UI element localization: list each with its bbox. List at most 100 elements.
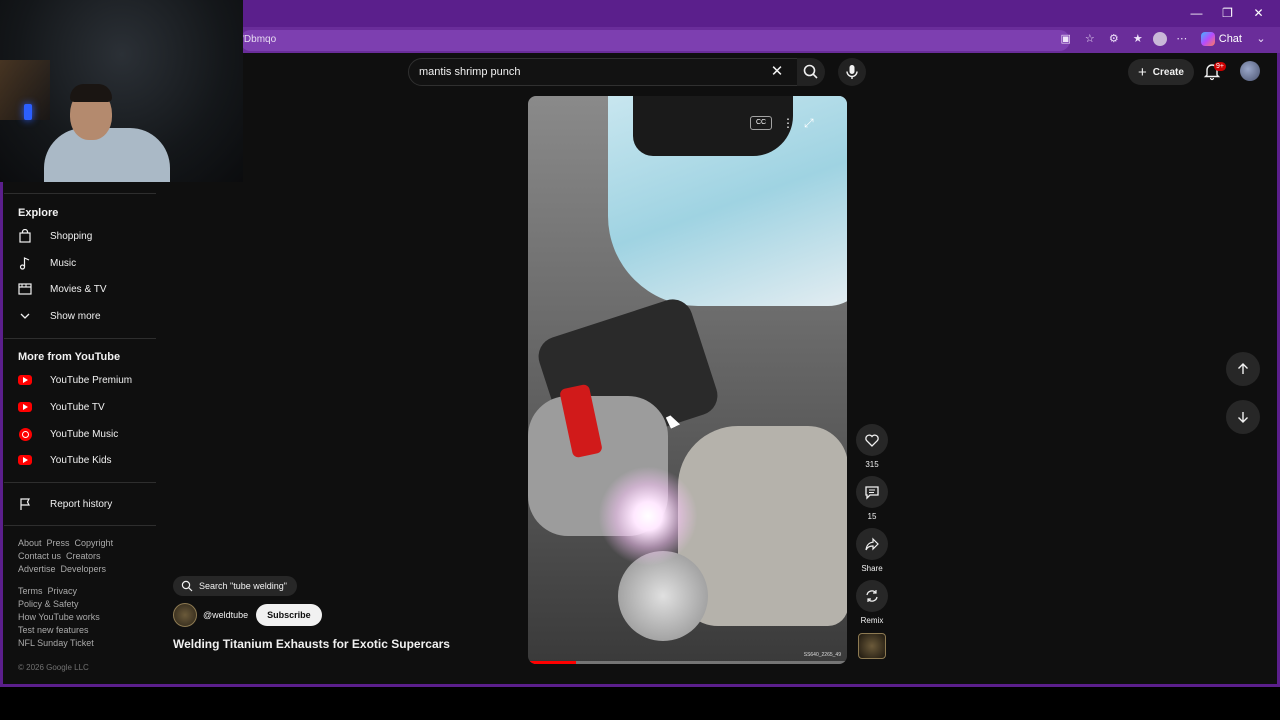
sidebar-divider (4, 525, 156, 526)
sidebar-item-youtube-kids[interactable]: YouTube Kids (18, 450, 112, 470)
sidebar-divider (4, 193, 156, 194)
favorites-icon[interactable]: ★ (1129, 30, 1147, 48)
sidebar-item-movies-tv[interactable]: Movies & TV (18, 279, 107, 299)
previous-short-button[interactable] (1226, 352, 1260, 386)
plus-icon: + (1138, 63, 1147, 81)
share-action: Share (856, 528, 888, 573)
sidebar-item-label: Movies & TV (50, 283, 107, 295)
video-watermark: SS640_2265_49 (803, 652, 841, 658)
sidebar-item-label: YouTube TV (50, 401, 105, 413)
footer-link-nfl-sunday-ticket[interactable]: NFL Sunday Ticket (18, 638, 94, 648)
webcam-overlay (0, 0, 243, 182)
comment-action: 15 (856, 476, 888, 521)
minimize-icon[interactable]: — (1181, 4, 1212, 23)
share-arrow-icon (865, 537, 879, 551)
video-titanium-pipe (618, 551, 708, 641)
search-icon (803, 64, 818, 79)
share-label: Share (861, 564, 883, 573)
next-short-button[interactable] (1226, 400, 1260, 434)
remix-action: Remix (856, 580, 888, 625)
more-options-icon[interactable]: ⋮ (782, 116, 794, 130)
sidebar-item-label: Show more (50, 310, 101, 322)
footer-link-policy-safety[interactable]: Policy & Safety (18, 599, 79, 609)
split-screen-icon[interactable]: ▣ (1057, 30, 1075, 48)
sidebar-item-youtube-premium[interactable]: YouTube Premium (18, 370, 132, 390)
share-button[interactable] (856, 528, 888, 560)
sidebar-item-shopping[interactable]: Shopping (18, 226, 92, 246)
sidebar-divider (4, 338, 156, 339)
comment-icon (865, 486, 879, 500)
related-search-chip[interactable]: Search "tube welding" (173, 576, 297, 596)
copyright-text: © 2026 Google LLC (18, 663, 89, 672)
footer-link-how-youtube-works[interactable]: How YouTube works (18, 612, 100, 622)
shopping-bag-icon (18, 229, 32, 243)
footer-links-group-2: Terms Privacy Policy & Safety How YouTube… (18, 585, 105, 650)
youtube-premium-icon (18, 373, 32, 387)
sidebar-item-label: Shopping (50, 230, 93, 242)
create-button[interactable]: + Create (1128, 59, 1194, 85)
favorite-star-icon[interactable]: ☆ (1081, 30, 1099, 48)
footer-link-developers[interactable]: Developers (61, 564, 107, 574)
explore-heading: Explore (18, 207, 59, 219)
search-button[interactable] (797, 58, 825, 86)
close-icon[interactable]: ✕ (1243, 4, 1274, 23)
chat-button[interactable]: Chat (1197, 32, 1246, 46)
sidebar-item-label: Music (50, 257, 77, 269)
more-options-icon[interactable]: ⋯ (1173, 30, 1191, 48)
footer-link-creators[interactable]: Creators (66, 551, 101, 561)
extensions-icon[interactable]: ⚙ (1105, 30, 1123, 48)
microphone-icon (846, 65, 858, 79)
sidebar-item-label: YouTube Premium (50, 374, 133, 386)
youtube-tv-icon (18, 400, 32, 414)
voice-search-button[interactable] (838, 58, 866, 86)
video-progress-fill (528, 661, 576, 664)
sidebar-item-label: YouTube Kids (50, 454, 112, 466)
webcam-person-hoodie (44, 128, 170, 182)
browser-toolbar: ▣ ☆ ⚙ ★ ⋯ Chat ⌄ (1057, 30, 1270, 48)
video-progress-bar[interactable] (528, 661, 847, 664)
like-button[interactable] (856, 424, 888, 456)
footer-link-advertise[interactable]: Advertise (18, 564, 56, 574)
channel-name[interactable]: @weldtube (203, 610, 248, 620)
channel-row: @weldtube Subscribe (173, 603, 322, 627)
search-input[interactable]: mantis shrimp punch (408, 58, 798, 86)
browser-profile-avatar[interactable] (1152, 32, 1167, 46)
footer-link-copyright[interactable]: Copyright (75, 538, 114, 548)
search-icon (181, 580, 193, 592)
footer-link-press[interactable]: Press (47, 538, 70, 548)
footer-link-test-new-features[interactable]: Test new features (18, 625, 89, 635)
create-label: Create (1152, 66, 1184, 78)
comments-button[interactable] (856, 476, 888, 508)
sidebar-item-music[interactable]: Music (18, 253, 76, 273)
sidebar-item-show-more[interactable]: Show more (18, 306, 101, 326)
shorts-video-player[interactable]: CC ⋮ ⤢ SS640_2265_49 (528, 96, 847, 664)
fullscreen-icon[interactable]: ⤢ (804, 116, 814, 130)
remix-button[interactable] (856, 580, 888, 612)
footer-link-about[interactable]: About (18, 538, 42, 548)
sidebar-item-label: YouTube Music (50, 428, 119, 440)
url-field[interactable]: 'Dbmqo (240, 30, 1070, 51)
sidebar-item-youtube-music[interactable]: YouTube Music (18, 424, 118, 444)
video-weld-spark (598, 466, 698, 566)
channel-avatar[interactable] (173, 603, 197, 627)
sidebar-item-label: Report history (50, 498, 113, 510)
restore-icon[interactable]: ❐ (1212, 4, 1243, 23)
player-controls: CC ⋮ ⤢ (750, 116, 814, 130)
url-text: 'Dbmqo (242, 34, 277, 45)
avatar[interactable] (1240, 61, 1260, 81)
short-title[interactable]: Welding Titanium Exhausts for Exotic Sup… (173, 637, 450, 651)
footer-link-contact[interactable]: Contact us (18, 551, 61, 561)
clear-search-icon[interactable]: ✕ (766, 62, 788, 84)
sidebar-divider (4, 482, 156, 483)
subscribe-button[interactable]: Subscribe (256, 604, 322, 626)
footer-link-terms[interactable]: Terms (18, 586, 43, 596)
footer-link-privacy[interactable]: Privacy (48, 586, 78, 596)
youtube-music-icon (18, 427, 32, 441)
sidebar-item-report-history[interactable]: Report history (18, 494, 112, 514)
footer-links-group-1: About Press Copyright Contact us Creators A… (18, 537, 118, 576)
chat-label: Chat (1218, 33, 1242, 45)
chevron-down-icon[interactable]: ⌄ (1252, 30, 1270, 48)
captions-icon[interactable]: CC (750, 116, 772, 130)
channel-avatar[interactable] (858, 633, 886, 659)
sidebar-item-youtube-tv[interactable]: YouTube TV (18, 397, 105, 417)
